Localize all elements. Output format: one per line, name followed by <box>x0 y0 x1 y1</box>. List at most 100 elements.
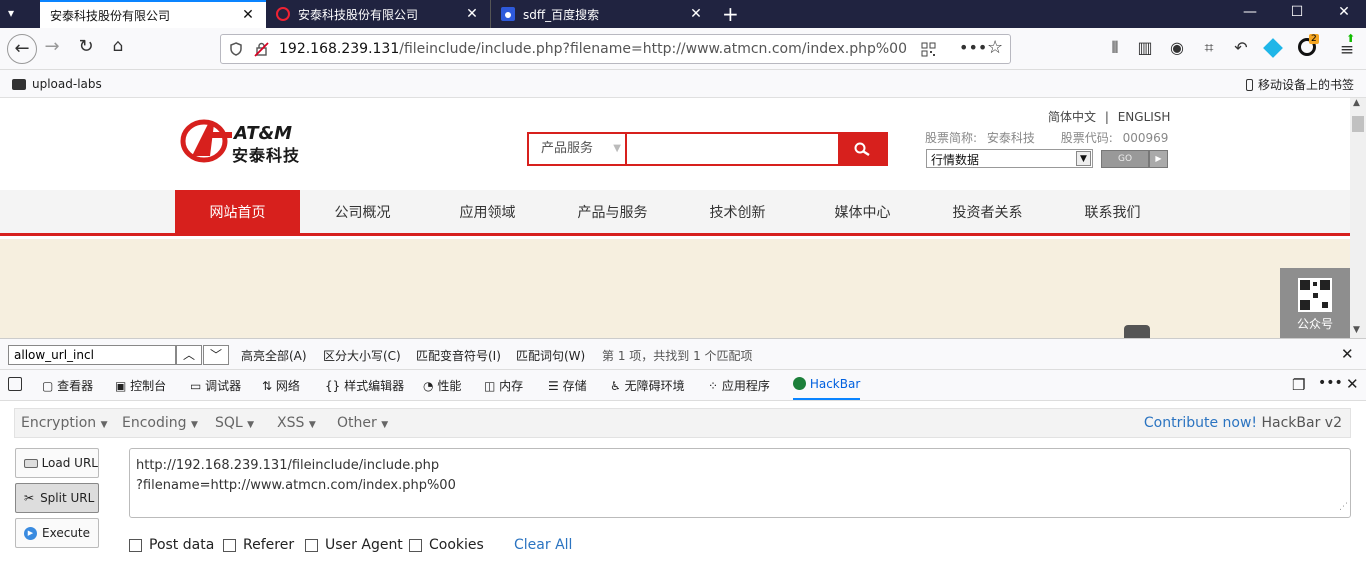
cookies-checkbox[interactable]: Cookies <box>409 537 484 553</box>
url-text[interactable]: 192.168.239.131/fileinclude/include.php?… <box>279 41 907 57</box>
scrollbar-thumb[interactable] <box>1352 116 1364 132</box>
scroll-up-icon[interactable]: ▲ <box>1353 98 1360 108</box>
tab-debugger[interactable]: ▭ 调试器 <box>190 377 241 394</box>
tab-accessibility[interactable]: ♿ 无障碍环境 <box>610 377 685 394</box>
user-agent-checkbox[interactable]: User Agent <box>305 537 403 553</box>
bookmark-star-icon[interactable]: ☆ <box>987 37 1003 58</box>
tab-atmcn[interactable]: 安泰科技股份有限公司 ✕ <box>266 0 490 28</box>
menu-investors[interactable]: 投资者关系 <box>925 190 1050 236</box>
checkbox-box[interactable] <box>305 538 318 552</box>
list-all-tabs-icon[interactable]: ▾ <box>8 6 14 20</box>
dropdown-caret-icon: ▼ <box>308 420 316 430</box>
tab-network[interactable]: ⇅ 网络 <box>262 377 300 394</box>
tab-inspector[interactable]: ▢ 查看器 <box>42 377 93 394</box>
tab-performance[interactable]: ◔ 性能 <box>423 377 461 394</box>
close-devtools-icon[interactable]: ✕ <box>1346 375 1359 393</box>
undo-icon[interactable]: ↶ <box>1229 38 1253 57</box>
site-search-input[interactable] <box>627 134 838 164</box>
menu-innovation[interactable]: 技术创新 <box>675 190 800 236</box>
menu-media[interactable]: 媒体中心 <box>800 190 925 236</box>
find-input[interactable] <box>8 345 176 365</box>
crop-screenshot-icon[interactable]: ⌗ <box>1197 38 1221 58</box>
tab-storage[interactable]: ☰ 存储 <box>548 377 587 394</box>
account-icon[interactable]: ◉ <box>1165 38 1189 57</box>
close-tab-icon[interactable]: ✕ <box>240 7 256 23</box>
new-tab-icon[interactable]: + <box>722 2 742 26</box>
hackbar-url-textarea[interactable]: http://192.168.239.131/fileinclude/inclu… <box>129 448 1351 518</box>
tab-hackbar[interactable]: HackBar <box>793 377 861 400</box>
search-category-select[interactable]: 产品服务 ▼ <box>529 134 627 164</box>
sidebar-icon[interactable]: ▥ <box>1133 38 1157 57</box>
site-logo[interactable]: AT&M 安泰科技 <box>180 118 320 165</box>
extension-icon[interactable] <box>1263 38 1283 58</box>
menu-encryption[interactable]: Encryption ▼ <box>21 415 108 431</box>
contribute-link[interactable]: Contribute now! <box>1144 415 1257 431</box>
extension-badge-count: 2 <box>1309 34 1319 44</box>
site-search-button[interactable] <box>838 134 886 164</box>
back-icon[interactable]: ← <box>7 34 37 64</box>
find-next-icon[interactable]: ﹀ <box>203 345 229 365</box>
checkbox-box[interactable] <box>129 538 142 552</box>
highlight-all-option[interactable]: 高亮全部(A) <box>241 347 307 364</box>
close-tab-icon[interactable]: ✕ <box>464 6 480 22</box>
menu-xss[interactable]: XSS ▼ <box>277 415 316 431</box>
library-icon[interactable]: ⫴ <box>1103 38 1127 58</box>
quote-select[interactable]: 行情数据 ▼ <box>926 149 1093 168</box>
menu-applications[interactable]: 应用领域 <box>425 190 550 236</box>
shield-icon[interactable] <box>229 42 243 56</box>
maximize-icon[interactable]: ☐ <box>1287 4 1307 20</box>
checkbox-box[interactable] <box>409 538 422 552</box>
forward-icon[interactable]: → <box>40 36 64 57</box>
close-find-bar-icon[interactable]: ✕ <box>1341 345 1354 363</box>
tab-application[interactable]: ⁘ 应用程序 <box>708 377 770 394</box>
wechat-qr-float[interactable]: 公众号 <box>1280 268 1350 338</box>
load-url-button[interactable]: Load URL <box>15 448 99 478</box>
element-picker-icon[interactable] <box>8 377 22 391</box>
clear-all-link[interactable]: Clear All <box>514 537 572 553</box>
post-data-checkbox[interactable]: Post data <box>129 537 214 553</box>
checkbox-label: Cookies <box>429 537 484 553</box>
reload-icon[interactable]: ↻ <box>74 36 98 57</box>
mobile-bookmarks[interactable]: 移动设备上的书签 <box>1245 76 1354 93</box>
referer-checkbox[interactable]: Referer <box>223 537 294 553</box>
tab-console[interactable]: ▣ 控制台 <box>115 377 166 394</box>
dock-options-icon[interactable]: ❐ <box>1292 376 1305 394</box>
window-close-icon[interactable]: ✕ <box>1334 4 1354 20</box>
lang-cn-link[interactable]: 简体中文 <box>1048 110 1096 124</box>
bookmark-upload-labs[interactable]: upload-labs <box>12 77 102 91</box>
page-actions-icon[interactable]: ••• <box>959 38 987 57</box>
banner-graphic <box>1124 325 1150 338</box>
match-case-option[interactable]: 区分大小写(C) <box>323 347 401 364</box>
find-previous-icon[interactable]: ︿ <box>176 345 202 365</box>
split-url-button[interactable]: ✂ Split URL <box>15 483 99 513</box>
resize-handle-icon[interactable]: ⋰ <box>1339 497 1348 517</box>
checkbox-box[interactable] <box>223 538 236 552</box>
home-icon[interactable]: ⌂ <box>106 36 130 56</box>
tab-strip: ▾ 安泰科技股份有限公司 ✕ 安泰科技股份有限公司 ✕ sdff_百度搜索 ✕ … <box>0 0 1366 28</box>
menu-products[interactable]: 产品与服务 <box>550 190 675 236</box>
lang-en-link[interactable]: ENGLISH <box>1118 110 1171 124</box>
tab-style-editor[interactable]: {} 样式编辑器 <box>325 377 404 394</box>
menu-company[interactable]: 公司概况 <box>300 190 425 236</box>
scroll-down-icon[interactable]: ▼ <box>1353 325 1360 335</box>
menu-encoding[interactable]: Encoding ▼ <box>122 415 198 431</box>
menu-sql[interactable]: SQL ▼ <box>215 415 254 431</box>
tab-memory[interactable]: ◫ 内存 <box>484 377 523 394</box>
go-button[interactable]: GO <box>1101 150 1149 168</box>
menu-contact[interactable]: 联系我们 <box>1050 190 1175 236</box>
close-tab-icon[interactable]: ✕ <box>688 6 704 22</box>
whole-words-option[interactable]: 匹配词句(W) <box>516 347 585 364</box>
insecure-lock-icon[interactable] <box>254 42 269 57</box>
qr-code-icon[interactable] <box>921 42 936 57</box>
tab-baidu[interactable]: sdff_百度搜索 ✕ <box>490 0 714 28</box>
page-scrollbar[interactable]: ▲ ▼ <box>1350 98 1366 338</box>
execute-button[interactable]: ▶ Execute <box>15 518 99 548</box>
devtools-menu-icon[interactable]: ••• <box>1318 375 1343 391</box>
go-arrow-icon[interactable]: ▶ <box>1149 150 1168 168</box>
match-diacritics-option[interactable]: 匹配变音符号(I) <box>416 347 501 364</box>
menu-other[interactable]: Other ▼ <box>337 415 388 431</box>
url-bar[interactable]: 192.168.239.131/fileinclude/include.php?… <box>220 34 1011 64</box>
tab-atmcn-active[interactable]: 安泰科技股份有限公司 ✕ <box>40 0 266 28</box>
menu-home[interactable]: 网站首页 <box>175 190 300 236</box>
minimize-icon[interactable]: — <box>1240 4 1260 20</box>
